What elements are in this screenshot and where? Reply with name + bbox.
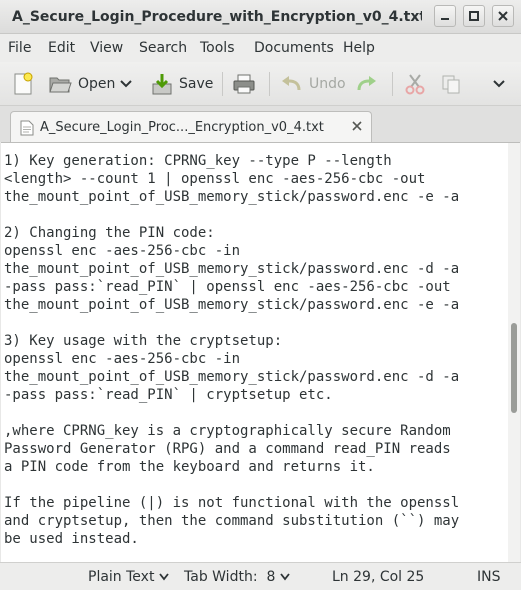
open-button[interactable]: Open	[48, 69, 115, 99]
scissors-icon	[405, 74, 425, 95]
menu-documents[interactable]: Documents	[254, 40, 334, 56]
editor-content[interactable]: 1) Key generation: CPRNG_key --type P --…	[4, 152, 459, 548]
redo-button[interactable]	[355, 69, 377, 99]
maximize-icon	[469, 11, 479, 21]
menu-edit[interactable]: Edit	[48, 40, 75, 56]
undo-label: Undo	[309, 76, 346, 92]
text-file-icon	[20, 120, 34, 136]
menu-help[interactable]: Help	[343, 40, 375, 56]
toolbar-overflow-button[interactable]	[493, 69, 505, 99]
cursor-position-label: Ln 29, Col 25	[332, 569, 425, 585]
open-recent-dropdown[interactable]	[120, 69, 132, 99]
cursor-position: Ln 29, Col 25	[332, 569, 424, 585]
tab-width-label: Tab Width: 8	[184, 569, 276, 585]
vertical-scrollbar[interactable]	[508, 143, 520, 562]
open-label: Open	[78, 76, 116, 92]
document-tab-label: A_Secure_Login_Proc..._Encryption_v0_4.t…	[40, 120, 324, 135]
menu-bar: File Edit View Search Tools Documents He…	[0, 34, 521, 62]
toolbar-separator	[392, 72, 393, 96]
insert-mode-label: INS	[477, 569, 501, 585]
chevron-down-icon	[280, 573, 291, 581]
menu-search[interactable]: Search	[139, 40, 187, 56]
print-button[interactable]	[232, 69, 256, 99]
undo-icon	[282, 76, 301, 91]
new-document-icon	[14, 72, 33, 95]
document-tab[interactable]: A_Secure_Login_Proc..._Encryption_v0_4.t…	[10, 111, 372, 143]
copy-button[interactable]	[440, 69, 462, 99]
toolbar: Open Save Undo	[0, 62, 521, 106]
open-folder-icon	[49, 77, 72, 93]
save-button[interactable]: Save	[151, 69, 213, 99]
save-icon	[152, 74, 172, 95]
menu-file[interactable]: File	[8, 40, 31, 56]
scrollbar-thumb[interactable]	[511, 323, 517, 413]
language-selector[interactable]: Plain Text	[88, 569, 170, 585]
save-label: Save	[179, 76, 214, 92]
toolbar-separator	[269, 72, 270, 96]
minimize-icon	[441, 18, 449, 20]
print-icon	[233, 74, 255, 94]
chevron-down-icon	[493, 80, 505, 88]
chevron-down-icon	[120, 80, 132, 88]
window-title: A_Secure_Login_Procedure_with_Encryption…	[12, 9, 422, 25]
text-editor[interactable]: 1) Key generation: CPRNG_key --type P --…	[1, 142, 520, 562]
new-document-button[interactable]	[12, 69, 34, 99]
menu-tools[interactable]: Tools	[200, 40, 235, 56]
insert-mode-indicator: INS	[477, 569, 501, 585]
document-tab-strip: A_Secure_Login_Proc..._Encryption_v0_4.t…	[0, 106, 521, 143]
status-bar: Plain Text Tab Width: 8 Ln 29, Col 25 IN…	[0, 562, 521, 590]
copy-icon	[442, 75, 460, 94]
close-icon[interactable]	[351, 120, 363, 132]
cut-button[interactable]	[404, 69, 426, 99]
close-icon	[498, 11, 508, 21]
maximize-button[interactable]	[463, 5, 485, 27]
redo-icon	[357, 76, 376, 91]
minimize-button[interactable]	[434, 5, 456, 27]
title-bar: A_Secure_Login_Procedure_with_Encryption…	[0, 0, 521, 34]
menu-view[interactable]: View	[90, 40, 123, 56]
undo-button[interactable]: Undo	[281, 69, 346, 99]
toolbar-separator	[222, 72, 223, 96]
chevron-down-icon	[159, 573, 170, 581]
tab-width-selector[interactable]: Tab Width: 8	[184, 569, 291, 585]
language-label: Plain Text	[88, 569, 155, 585]
close-window-button[interactable]	[492, 5, 514, 27]
